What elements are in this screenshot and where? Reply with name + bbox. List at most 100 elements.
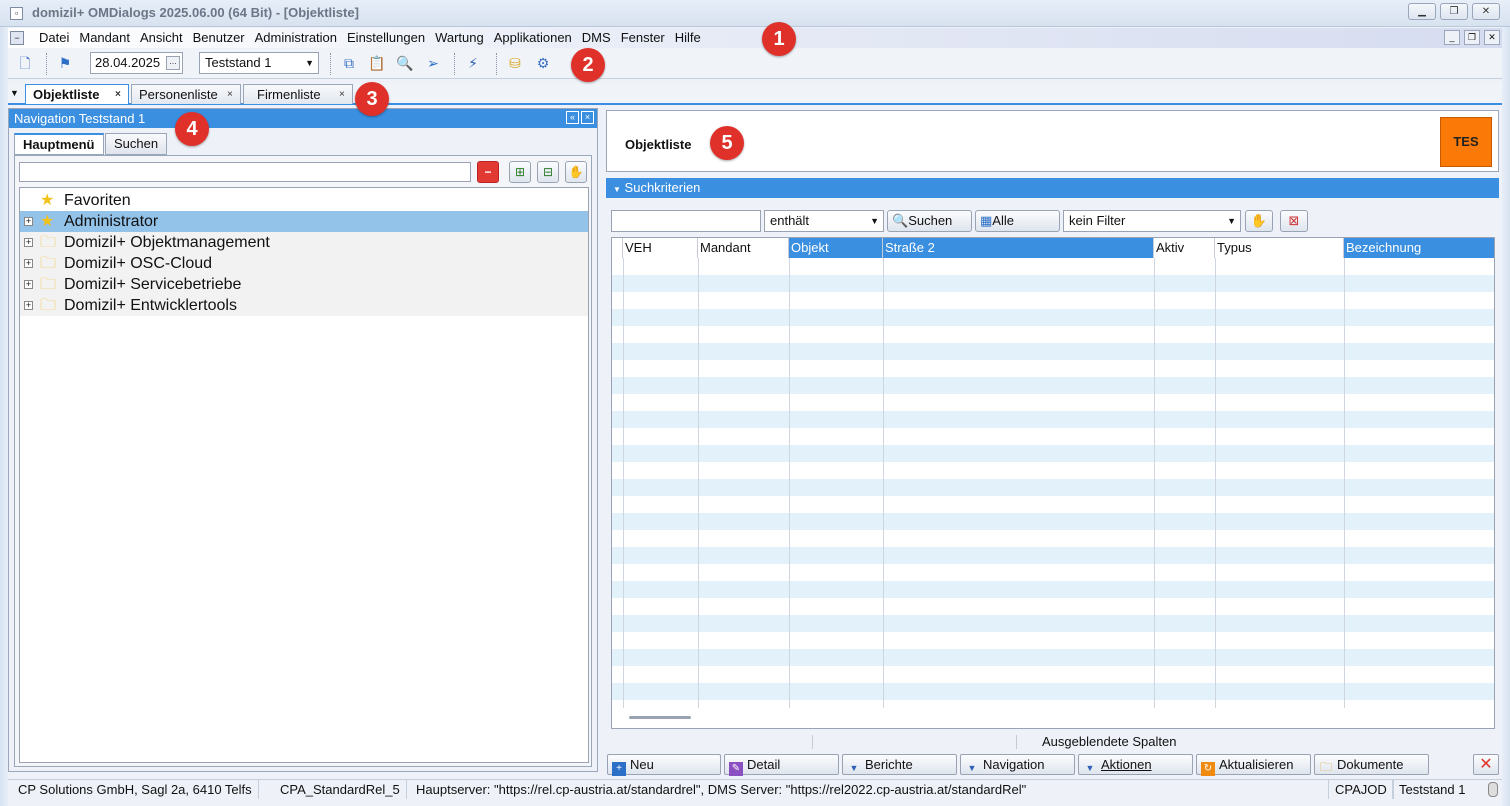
menu-fenster[interactable]: Fenster [616,30,670,46]
menu-datei[interactable]: Datei [34,30,74,46]
minimize-button[interactable]: ▁ [1408,3,1436,20]
reports-button-label: Berichte [865,757,913,772]
toolbar-separator [496,53,498,75]
wand-icon[interactable]: ⚡ [464,54,482,72]
mdi-restore-button[interactable]: ❐ [1464,30,1480,45]
section-title: Suchkriterien [624,180,701,195]
close-window-button[interactable]: ✕ [1472,3,1500,20]
tab-hauptmenue[interactable]: Hauptmenü [14,133,104,155]
menu-administration[interactable]: Administration [250,30,342,46]
collapse-panel-icon[interactable]: « [566,111,579,124]
documents-button[interactable]: 🗀 Dokumente [1314,754,1429,775]
menu-einstellungen[interactable]: Einstellungen [342,30,430,46]
search-button[interactable]: 🔍Suchen [887,210,972,232]
expand-icon[interactable]: + [24,259,33,268]
menu-hilfe[interactable]: Hilfe [670,30,706,46]
close-tab-icon[interactable]: × [115,90,124,100]
actions-button-label: Aktionen [1101,757,1152,772]
mdi-menu-icon[interactable]: − [10,31,24,45]
date-picker-button[interactable]: … [166,56,180,70]
mdi-controls: _ ❐ ✕ [1444,30,1500,45]
system-menu-icon[interactable]: ▫ [10,7,23,20]
expand-icon[interactable]: + [24,238,33,247]
actions-button[interactable]: ▼ Aktionen [1078,754,1193,775]
grid-column-line [1215,258,1216,708]
menu-ansicht[interactable]: Ansicht [135,30,188,46]
navigation-tree: ★ Favoriten + ★ Administrator + 🗀 Domizi… [19,187,589,763]
tree-node-administrator[interactable]: + ★ Administrator [20,211,588,232]
menu-benutzer[interactable]: Benutzer [188,30,250,46]
menu-wartung[interactable]: Wartung [430,30,489,46]
column-header-strasse-2[interactable]: Straße 2 [883,238,1154,258]
menu-applikationen[interactable]: Applikationen [489,30,577,46]
refresh-button-label: Aktualisieren [1219,757,1294,772]
column-header-aktiv[interactable]: Aktiv [1154,238,1215,258]
hidden-columns-label[interactable]: Ausgeblendete Spalten [1042,732,1176,752]
menu-dms[interactable]: DMS [577,30,616,46]
clear-search-button[interactable]: − [477,161,499,183]
tree-search-input[interactable] [19,162,471,182]
database-icon[interactable]: ⛁ [506,54,524,72]
mdi-minimize-button[interactable]: _ [1444,30,1460,45]
tree-node-servicebetriebe[interactable]: + 🗀 Domizil+ Servicebetriebe [20,274,588,295]
column-header-veh[interactable]: VEH [623,238,698,258]
magnifier-icon[interactable]: 🔍 [396,54,414,72]
new-button[interactable]: + Neu [607,754,721,776]
title-bar: ▫ domizil+ OMDialogs 2025.06.00 (64 Bit)… [0,0,1510,27]
close-list-icon[interactable]: ✕ [1473,754,1499,775]
chevron-down-icon: ▼ [1227,216,1236,226]
tree-node-osc-cloud[interactable]: + 🗀 Domizil+ OSC-Cloud [20,253,588,274]
window-frame-left [0,27,8,806]
search-criteria-header[interactable]: ▼ Suchkriterien [606,178,1499,198]
reports-button[interactable]: ▼ Berichte [842,754,957,775]
restore-button[interactable]: ❐ [1440,3,1468,20]
clipboard-icon[interactable]: 📋 [368,54,386,72]
detail-button[interactable]: ✎ Detail [724,754,839,776]
excel-export-icon[interactable]: ⊠ [1280,210,1308,232]
send-icon[interactable]: ➢ [424,54,442,72]
navigation-button[interactable]: ▼ Navigation [960,754,1075,775]
all-button[interactable]: ▦Alle [975,210,1060,232]
expand-all-icon[interactable]: ⊞ [509,161,531,183]
column-header-typus[interactable]: Typus [1215,238,1344,258]
pin-icon[interactable]: ✋ [1245,210,1273,232]
column-header-mandant[interactable]: Mandant [698,238,789,258]
pin-icon[interactable]: ✋ [565,161,587,183]
tab-objektliste[interactable]: Objektliste × [25,84,129,104]
search-value-input[interactable] [611,210,761,232]
new-document-icon[interactable]: 🗋 [16,54,34,72]
copy-icon[interactable]: ⧉ [340,54,358,72]
column-header-bezeichnung[interactable]: Bezeichnung [1344,238,1494,258]
folder-icon: 🗀 [40,297,57,314]
tab-list-dropdown-icon[interactable]: ▼ [10,88,19,98]
flag-icon[interactable]: ⚑ [56,54,74,72]
close-tab-icon[interactable]: × [227,90,236,100]
environment-select[interactable]: Teststand 1 ▼ [199,52,319,74]
close-panel-icon[interactable]: × [581,111,594,124]
column-header-objekt[interactable]: Objekt [789,238,883,258]
menu-mandant[interactable]: Mandant [74,30,135,46]
tab-suchen[interactable]: Suchen [105,133,168,155]
refresh-button[interactable]: ↻ Aktualisieren [1196,754,1311,776]
tab-firmenliste[interactable]: Firmenliste × [243,84,353,104]
date-field[interactable]: 28.04.2025 … [90,52,183,74]
settings-icon[interactable]: ⚙ [534,54,552,72]
operator-select[interactable]: enthält ▼ [764,210,884,232]
filter-select[interactable]: kein Filter ▼ [1063,210,1241,232]
expand-icon[interactable]: + [24,217,33,226]
tree-node-label: Domizil+ Servicebetriebe [64,276,242,293]
grid-column-line [623,258,624,708]
expand-icon[interactable]: + [24,301,33,310]
chevron-down-icon: ▼ [870,216,879,226]
tab-personenliste[interactable]: Personenliste × [131,84,241,104]
tab-label: Firmenliste [257,87,321,102]
collapse-all-icon[interactable]: ⊟ [537,161,559,183]
mdi-close-button[interactable]: ✕ [1484,30,1500,45]
tree-node-entwicklertools[interactable]: + 🗀 Domizil+ Entwicklertools [20,295,588,316]
close-tab-icon[interactable]: × [339,90,348,100]
document-tabs: ▼ Objektliste × Personenliste × Firmenli… [8,83,1502,105]
horizontal-scrollbar[interactable] [629,716,691,719]
tree-node-favoriten[interactable]: ★ Favoriten [20,190,588,211]
tree-node-objektmanagement[interactable]: + 🗀 Domizil+ Objektmanagement [20,232,588,253]
expand-icon[interactable]: + [24,280,33,289]
